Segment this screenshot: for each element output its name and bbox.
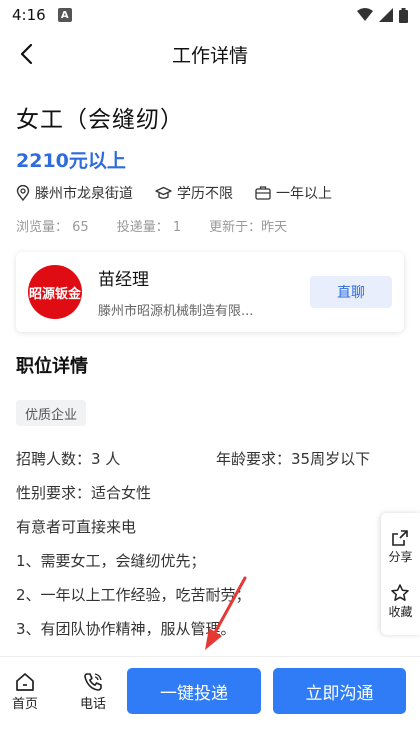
notification-icon: A xyxy=(57,8,72,22)
experience-item: 一年以上 xyxy=(255,183,332,203)
gender-item: 性别要求：适合女性 xyxy=(16,484,152,502)
system-nav-area xyxy=(0,728,420,748)
status-time: 4:16 xyxy=(12,6,46,24)
status-icons xyxy=(357,7,408,23)
direct-chat-button[interactable]: 直聊 xyxy=(310,276,392,308)
graduation-cap-icon xyxy=(155,186,172,199)
home-icon xyxy=(16,673,34,691)
quality-company-tag: 优质企业 xyxy=(16,400,87,426)
company-card[interactable]: 昭源钣金 苗经理 滕州市昭源机械制造有限... 直聊 xyxy=(16,252,404,332)
one-click-apply-button[interactable]: 一键投递 xyxy=(127,668,261,714)
description-line: 2、一年以上工作经验，吃苦耐劳； xyxy=(16,586,251,604)
phone-label: 电话 xyxy=(80,697,107,712)
wifi-icon xyxy=(357,8,373,21)
share-button[interactable]: 分享 xyxy=(388,528,413,565)
education-text: 学历不限 xyxy=(177,186,233,202)
education-item: 学历不限 xyxy=(155,183,233,203)
location-text: 滕州市龙泉街道 xyxy=(35,186,133,202)
share-icon xyxy=(392,530,409,546)
company-name: 滕州市昭源机械制造有限... xyxy=(98,304,254,319)
contact-name: 苗经理 xyxy=(98,270,149,290)
home-label: 首页 xyxy=(12,697,39,712)
battery-icon xyxy=(399,7,408,23)
job-title: 女工（会缝纫） xyxy=(16,107,184,133)
job-stats: 浏览量： 65 投递量： 1 更新于：昨天 xyxy=(16,216,315,235)
favorite-label: 收藏 xyxy=(388,605,413,619)
status-bar: 4:16 A xyxy=(0,0,420,30)
section-title-details: 职位详情 xyxy=(16,356,88,377)
floating-action-panel: 分享 收藏 xyxy=(381,513,420,635)
age-item: 年龄要求：35周岁以下 xyxy=(216,450,371,468)
phone-tab[interactable]: 电话 xyxy=(80,671,106,712)
bottom-action-bar: 首页 电话 一键投递 立即沟通 xyxy=(0,656,420,728)
experience-text: 一年以上 xyxy=(276,186,332,202)
favorite-button[interactable]: 收藏 xyxy=(388,583,413,620)
headcount-item: 招聘人数：3 人 xyxy=(16,450,121,468)
gender-row: 性别要求：适合女性 xyxy=(16,482,404,503)
location-item: 滕州市龙泉街道 xyxy=(16,183,133,203)
star-icon xyxy=(391,584,410,601)
company-info: 苗经理 滕州市昭源机械制造有限... xyxy=(98,265,310,319)
job-meta: 滕州市龙泉街道 学历不限 一年以上 xyxy=(16,183,354,203)
home-tab[interactable]: 首页 xyxy=(12,671,38,712)
description-line: 1、需要女工，会缝纫优先； xyxy=(16,552,206,570)
phone-icon xyxy=(84,673,102,691)
updated-stat: 更新于：昨天 xyxy=(209,220,288,235)
views-stat: 浏览量： 65 xyxy=(16,220,89,235)
nav-bar: 工作详情 xyxy=(0,30,420,78)
signal-icon xyxy=(379,8,393,22)
company-logo: 昭源钣金 xyxy=(28,265,82,319)
description-line: 有意者可直接来电 xyxy=(16,518,137,536)
salary: 2210元以上 xyxy=(16,150,126,172)
page-title: 工作详情 xyxy=(171,44,248,67)
contact-now-button[interactable]: 立即沟通 xyxy=(273,668,406,714)
briefcase-icon xyxy=(255,186,271,200)
chevron-left-icon xyxy=(20,43,33,65)
applications-stat: 投递量： 1 xyxy=(116,220,182,235)
back-button[interactable] xyxy=(12,40,40,68)
share-label: 分享 xyxy=(388,550,413,564)
description-line: 3、有团队协作精神，服从管理。 xyxy=(16,620,236,638)
location-pin-icon xyxy=(16,185,30,201)
requirements-row: 招聘人数：3 人 年龄要求：35周岁以下 xyxy=(16,448,404,469)
